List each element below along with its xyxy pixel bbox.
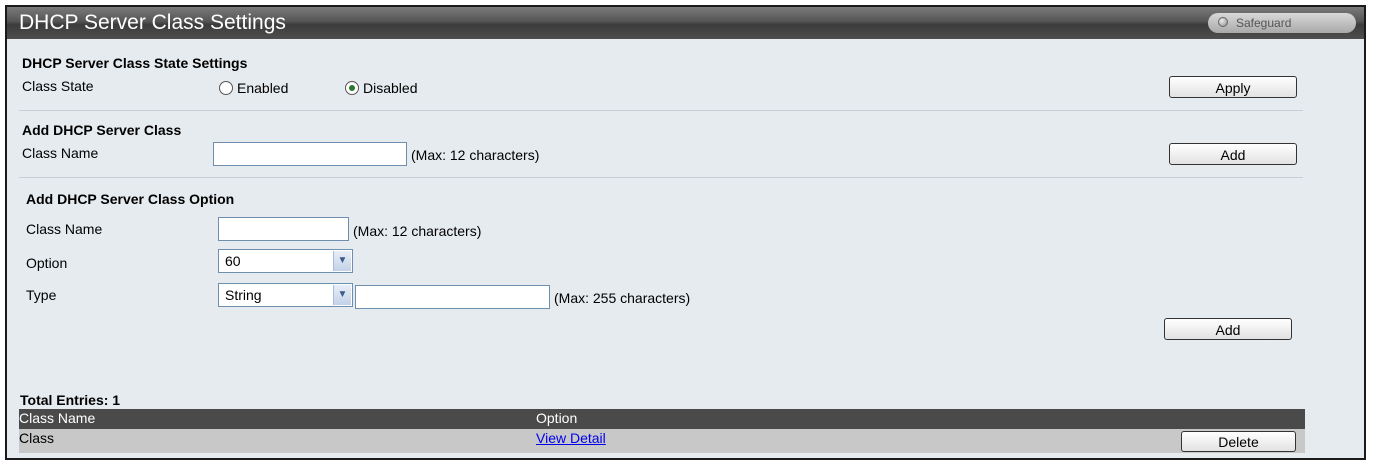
enabled-radio[interactable]	[219, 81, 233, 95]
option-class-name-label: Class Name	[26, 221, 103, 237]
safeguard-indicator[interactable]: Safeguard	[1208, 13, 1356, 33]
option-select[interactable]: 60 ▼	[218, 249, 353, 273]
main-panel: DHCP Server Class Settings Safeguard DHC…	[5, 5, 1366, 460]
option-class-name-hint: (Max: 12 characters)	[353, 223, 482, 239]
class-name-input[interactable]	[213, 142, 407, 166]
disabled-radio-label[interactable]: Disabled	[363, 80, 417, 96]
disabled-radio[interactable]	[345, 81, 359, 95]
add-option-button[interactable]: Add	[1164, 318, 1292, 340]
chevron-down-icon[interactable]: ▼	[333, 285, 351, 305]
type-value-input[interactable]	[355, 285, 550, 309]
add-class-name-label: Class Name	[22, 145, 99, 161]
column-header-class-name: Class Name	[19, 410, 96, 426]
section-divider	[19, 110, 1303, 111]
delete-button[interactable]: Delete	[1181, 431, 1296, 452]
table-header: Class Name Option	[19, 409, 1305, 429]
chevron-down-icon[interactable]: ▼	[333, 251, 351, 271]
type-value-hint: (Max: 255 characters)	[554, 290, 691, 306]
add-option-heading: Add DHCP Server Class Option	[26, 191, 235, 207]
page-title: DHCP Server Class Settings	[19, 11, 286, 34]
add-class-heading: Add DHCP Server Class	[22, 122, 182, 138]
option-class-name-input[interactable]	[218, 217, 349, 241]
class-name-hint: (Max: 12 characters)	[411, 147, 540, 163]
safeguard-status-icon	[1218, 17, 1228, 27]
section-divider	[19, 177, 1303, 178]
row-class-name: Class	[19, 430, 55, 446]
apply-button[interactable]: Apply	[1169, 76, 1297, 98]
state-section-heading: DHCP Server Class State Settings	[22, 55, 248, 71]
type-label: Type	[26, 287, 57, 303]
total-entries-label: Total Entries: 1	[20, 392, 121, 408]
type-select-value: String	[225, 287, 262, 303]
enabled-radio-label[interactable]: Enabled	[237, 80, 288, 96]
view-detail-link[interactable]: View Detail	[536, 430, 606, 446]
type-select[interactable]: String ▼	[218, 283, 353, 307]
add-class-button[interactable]: Add	[1169, 143, 1297, 165]
option-select-value: 60	[225, 253, 241, 269]
column-header-option: Option	[536, 410, 578, 426]
option-label: Option	[26, 255, 68, 271]
class-state-label: Class State	[22, 78, 94, 94]
title-bar: DHCP Server Class Settings Safeguard	[7, 7, 1364, 39]
safeguard-label: Safeguard	[1236, 16, 1292, 30]
table-row: Class View Detail Delete	[19, 429, 1305, 453]
